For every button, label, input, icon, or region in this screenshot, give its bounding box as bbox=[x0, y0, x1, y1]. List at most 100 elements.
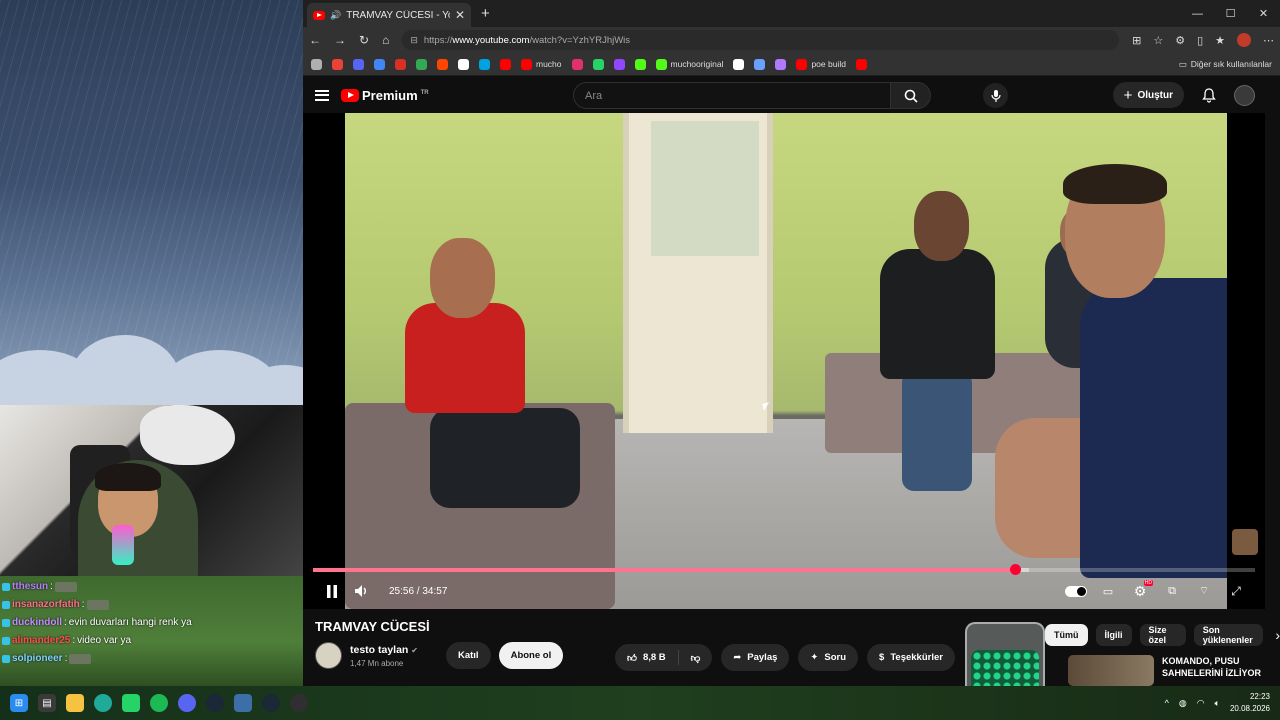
network-icon[interactable]: ◍ bbox=[1179, 698, 1187, 709]
bookmark-item[interactable]: poe build bbox=[796, 58, 846, 70]
whatsapp-icon[interactable] bbox=[122, 694, 140, 712]
bookmark-item[interactable]: muchooriginal bbox=[655, 58, 723, 70]
bookmark-item[interactable] bbox=[733, 58, 745, 70]
chat-username[interactable]: insanazorfatih bbox=[12, 596, 80, 614]
voice-search-button[interactable] bbox=[983, 83, 1008, 108]
subtitles-button[interactable]: ▭ bbox=[1093, 576, 1123, 606]
url-input[interactable]: ⊟ https://www.youtube.com/watch?v=YzhYRJ… bbox=[402, 30, 1120, 50]
tray-expand-icon[interactable]: ^ bbox=[1165, 698, 1169, 708]
profile-avatar[interactable] bbox=[1237, 33, 1251, 47]
app-icon[interactable]: ⊞ bbox=[1132, 34, 1141, 47]
bookmark-item[interactable] bbox=[500, 58, 511, 70]
home-icon[interactable]: ⌂ bbox=[382, 33, 389, 47]
audio-icon[interactable]: 🔊 bbox=[330, 10, 341, 21]
bookmark-item[interactable] bbox=[332, 58, 343, 70]
bookmark-item[interactable]: mucho bbox=[521, 58, 562, 70]
bookmark-item[interactable] bbox=[311, 58, 322, 70]
recommended-thumbnail[interactable] bbox=[1068, 655, 1154, 686]
app-icon[interactable] bbox=[234, 694, 252, 712]
search-input[interactable]: Ara bbox=[573, 82, 891, 109]
task-view-icon[interactable]: ▤ bbox=[38, 694, 56, 712]
split-screen-icon[interactable]: ▯ bbox=[1197, 34, 1203, 47]
back-icon[interactable]: ← bbox=[309, 33, 321, 47]
chat-username[interactable]: tthesun bbox=[12, 578, 48, 596]
close-window-icon[interactable]: ✕ bbox=[1247, 0, 1280, 27]
channel-avatar[interactable] bbox=[315, 642, 342, 669]
notifications-bell-icon[interactable] bbox=[1202, 87, 1216, 103]
thanks-button[interactable]: $ Teşekkürler bbox=[867, 644, 955, 671]
more-menu-icon[interactable]: ⋯ bbox=[1263, 34, 1274, 47]
volume-button[interactable] bbox=[347, 576, 377, 606]
bookmark-item[interactable] bbox=[479, 58, 490, 70]
autoplay-toggle[interactable] bbox=[1061, 576, 1091, 606]
recommended-video[interactable]: KOMANDO, PUSU SAHNELERİNİ İZLİYOR bbox=[1068, 655, 1272, 686]
channel-name-row[interactable]: testo taylan ✔ bbox=[350, 644, 418, 656]
cast-button[interactable]: ⌔ bbox=[1189, 576, 1219, 606]
channel-name[interactable]: testo taylan bbox=[350, 644, 408, 656]
forward-icon[interactable]: → bbox=[334, 33, 346, 47]
create-button[interactable]: + Oluştur bbox=[1112, 82, 1184, 108]
site-info-icon[interactable]: ⊟ bbox=[410, 35, 418, 46]
fullscreen-button[interactable]: ⤢ bbox=[1221, 576, 1251, 606]
join-button[interactable]: Katıl bbox=[445, 642, 491, 669]
bookmark-item[interactable] bbox=[855, 58, 867, 70]
tab-youtube[interactable]: 🔊 TRAMVAY CÜCESİ - YouTube ✕ bbox=[307, 3, 471, 27]
favorites-icon[interactable]: ★ bbox=[1215, 34, 1225, 47]
filter-chip[interactable]: Tümü bbox=[1045, 624, 1088, 646]
account-avatar[interactable] bbox=[1234, 84, 1255, 106]
bookmark-item[interactable] bbox=[571, 58, 583, 70]
filter-chip[interactable]: Size özel bbox=[1139, 624, 1186, 646]
dislike-button[interactable]: 👎︎ bbox=[679, 644, 713, 671]
bookmark-item[interactable] bbox=[353, 58, 364, 70]
speaker-icon[interactable]: 🔈︎ bbox=[1215, 698, 1220, 709]
discord-icon[interactable] bbox=[178, 694, 196, 712]
filter-chip[interactable]: İlgili bbox=[1095, 624, 1132, 646]
obs-icon[interactable] bbox=[290, 694, 308, 712]
extensions-icon[interactable]: ⚙ bbox=[1175, 34, 1185, 47]
miniplayer-button[interactable]: ⧉ bbox=[1157, 576, 1187, 606]
recommended-title[interactable]: KOMANDO, PUSU SAHNELERİNİ İZLİYOR bbox=[1162, 655, 1272, 686]
maximize-icon[interactable]: ☐ bbox=[1214, 0, 1247, 27]
minimize-icon[interactable]: — bbox=[1181, 0, 1214, 27]
bookmark-item[interactable] bbox=[754, 58, 766, 70]
search-button[interactable] bbox=[891, 82, 931, 109]
chat-username[interactable]: alimander25 bbox=[12, 632, 70, 650]
file-explorer-icon[interactable] bbox=[66, 694, 84, 712]
steam-icon-2[interactable] bbox=[262, 694, 280, 712]
subscribe-button[interactable]: Abone ol bbox=[498, 642, 564, 669]
edge-icon[interactable] bbox=[94, 694, 112, 712]
filter-chip[interactable]: Son yüklenenler bbox=[1193, 624, 1264, 646]
progress-bar[interactable] bbox=[313, 564, 1255, 575]
bookmark-item[interactable] bbox=[437, 58, 448, 70]
bookmark-item[interactable] bbox=[775, 58, 787, 70]
refresh-icon[interactable]: ↻ bbox=[359, 33, 369, 47]
windows-start-icon[interactable]: ⊞ bbox=[10, 694, 28, 712]
steam-icon[interactable] bbox=[206, 694, 224, 712]
bookmark-item[interactable] bbox=[395, 58, 406, 70]
chevron-right-icon[interactable]: › bbox=[1275, 627, 1280, 643]
new-tab-icon[interactable]: + bbox=[481, 5, 490, 22]
like-button[interactable]: 👍︎ 8,8 B bbox=[615, 644, 678, 671]
spotify-icon[interactable] bbox=[150, 694, 168, 712]
ask-button[interactable]: ✦ Soru bbox=[798, 644, 859, 671]
progress-scrubber[interactable] bbox=[1009, 564, 1021, 575]
clock[interactable]: 22:23 20.08.2026 bbox=[1230, 691, 1270, 715]
chat-username[interactable]: solpioneer bbox=[12, 650, 63, 668]
bookmark-item[interactable] bbox=[634, 58, 646, 70]
menu-icon[interactable] bbox=[315, 89, 329, 101]
close-tab-icon[interactable]: ✕ bbox=[455, 8, 465, 22]
bookmark-item[interactable] bbox=[458, 58, 469, 70]
settings-button[interactable]: ⚙ HD bbox=[1125, 576, 1155, 606]
bookmark-item[interactable] bbox=[416, 58, 427, 70]
pause-button[interactable] bbox=[317, 576, 347, 606]
wifi-icon[interactable]: ◠ bbox=[1197, 698, 1205, 709]
channel-watermark[interactable] bbox=[1232, 529, 1258, 555]
youtube-premium-logo[interactable]: Premium TR bbox=[341, 88, 429, 103]
bookmark-item[interactable] bbox=[613, 58, 625, 70]
other-bookmarks[interactable]: ▭ Diğer sık kullanılanlar bbox=[1179, 59, 1272, 70]
video-player[interactable]: 25:56 / 34:57 ▭ ⚙ HD ⧉ ⌔ ⤢ bbox=[303, 113, 1265, 609]
share-button[interactable]: ➦ Paylaş bbox=[721, 644, 790, 671]
bookmark-item[interactable] bbox=[374, 58, 385, 70]
chat-username[interactable]: duckindoll bbox=[12, 614, 62, 632]
bookmark-item[interactable] bbox=[592, 58, 604, 70]
